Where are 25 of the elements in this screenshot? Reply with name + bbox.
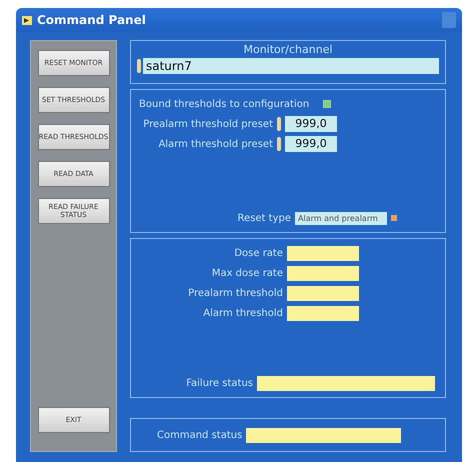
window-title: Command Panel [37, 13, 147, 27]
monitor-label: Monitor/channel [242, 43, 334, 56]
bound-label: Bound thresholds to configuration [139, 98, 310, 110]
spinner-icon[interactable] [137, 59, 141, 73]
reading-field [287, 286, 359, 300]
reset-type-label: Reset type [238, 212, 291, 224]
preset-label: Prealarm threshold preset [143, 118, 273, 130]
reading-field [287, 266, 359, 280]
monitor-field[interactable]: saturn7 [143, 58, 439, 74]
reading-label: Max dose rate [212, 268, 283, 278]
reading-field [287, 306, 359, 320]
spinner-icon[interactable] [277, 117, 281, 131]
spinner-icon[interactable] [277, 137, 281, 151]
preset-label: Alarm threshold preset [158, 138, 273, 150]
preset-field[interactable]: 999,0 [285, 136, 337, 152]
reset-type-dropdown[interactable]: Alarm and prealarm [295, 212, 387, 224]
app-icon [22, 16, 32, 24]
reading-field [287, 246, 359, 260]
preset-field[interactable]: 999,0 [285, 116, 337, 132]
bound-checkbox[interactable] [323, 100, 332, 108]
failure-status-label: Failure status [186, 378, 253, 388]
command-status-label: Command status [157, 430, 242, 440]
reading-label: Alarm threshold [203, 308, 283, 318]
reading-label: Prealarm threshold [188, 288, 283, 298]
reading-label: Dose rate [234, 248, 283, 258]
